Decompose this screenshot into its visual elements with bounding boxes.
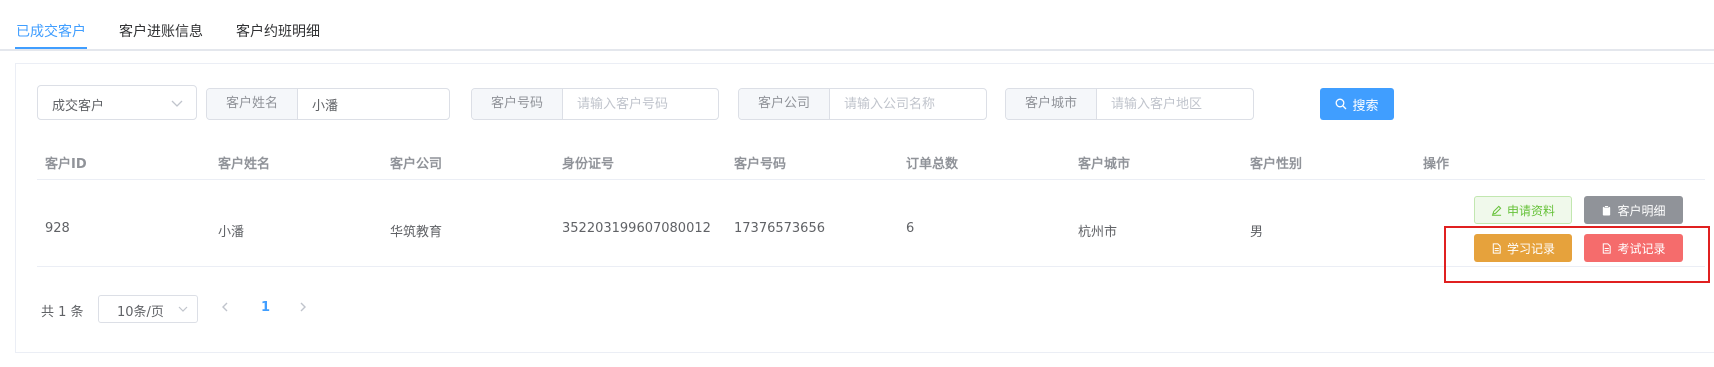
page-number-current[interactable]: 1 — [261, 300, 270, 315]
chevron-down-icon — [178, 306, 188, 312]
cell-city: 杭州市 — [1078, 225, 1118, 240]
highlight-box — [1444, 226, 1710, 283]
customer-type-value: 成交客户 — [52, 99, 105, 114]
header-divider — [37, 179, 1705, 180]
city-filter-label: 客户城市 — [1006, 89, 1097, 119]
edit-icon — [1491, 205, 1502, 216]
column-header-orders: 订单总数 — [906, 157, 959, 172]
number-input[interactable] — [563, 89, 718, 119]
column-header-actions: 操作 — [1423, 157, 1450, 172]
customer-detail-label: 客户明细 — [1617, 203, 1666, 218]
prev-page-icon[interactable] — [218, 300, 232, 314]
column-header-id: 客户ID — [45, 157, 87, 172]
tab-bar: 已成交客户 客户进账信息 客户约班明细 — [0, 0, 1714, 51]
cell-gender: 男 — [1250, 225, 1264, 240]
tab-customer-payments[interactable]: 客户进账信息 — [119, 21, 203, 41]
column-header-city: 客户城市 — [1078, 157, 1131, 172]
page-size-select[interactable]: 10条/页 — [98, 295, 198, 323]
apply-materials-label: 申请资料 — [1506, 203, 1555, 218]
search-icon — [1336, 98, 1347, 110]
company-filter-label: 客户公司 — [739, 89, 830, 119]
active-tab-indicator — [15, 47, 87, 49]
clipboard-icon — [1603, 204, 1611, 216]
customer-type-select[interactable]: 成交客户 — [37, 85, 197, 120]
column-header-name: 客户姓名 — [218, 157, 271, 172]
apply-materials-button[interactable]: 申请资料 — [1474, 196, 1572, 224]
name-filter-label: 客户姓名 — [207, 89, 298, 119]
search-button[interactable]: 搜索 — [1320, 88, 1394, 120]
page-size-value: 10条/页 — [117, 305, 164, 320]
customer-detail-button[interactable]: 客户明细 — [1584, 196, 1683, 224]
tab-closed-customers[interactable]: 已成交客户 — [16, 21, 86, 41]
tab-customer-bookings[interactable]: 客户约班明细 — [236, 21, 320, 41]
cell-orders: 6 — [906, 221, 915, 236]
column-header-id-card: 身份证号 — [562, 157, 615, 172]
cell-company: 华筑教育 — [390, 225, 443, 240]
city-input[interactable] — [1097, 89, 1253, 119]
cell-id: 928 — [45, 221, 70, 236]
name-input[interactable] — [298, 89, 449, 119]
number-filter: 客户号码 — [471, 88, 719, 120]
next-page-icon[interactable] — [296, 300, 310, 314]
number-filter-label: 客户号码 — [472, 89, 563, 119]
chevron-down-icon — [171, 100, 183, 107]
search-button-label: 搜索 — [1352, 98, 1379, 114]
name-filter: 客户姓名 — [206, 88, 450, 120]
cell-phone: 17376573656 — [734, 221, 825, 236]
cell-id-card: 352203199607080012 — [562, 221, 711, 236]
city-filter: 客户城市 — [1005, 88, 1254, 120]
cell-name: 小潘 — [218, 225, 245, 240]
pagination-total: 共 1 条 — [41, 305, 84, 320]
company-filter: 客户公司 — [738, 88, 987, 120]
company-input[interactable] — [830, 89, 986, 119]
column-header-company: 客户公司 — [390, 157, 443, 172]
column-header-phone: 客户号码 — [734, 157, 787, 172]
column-header-gender: 客户性别 — [1250, 157, 1303, 172]
